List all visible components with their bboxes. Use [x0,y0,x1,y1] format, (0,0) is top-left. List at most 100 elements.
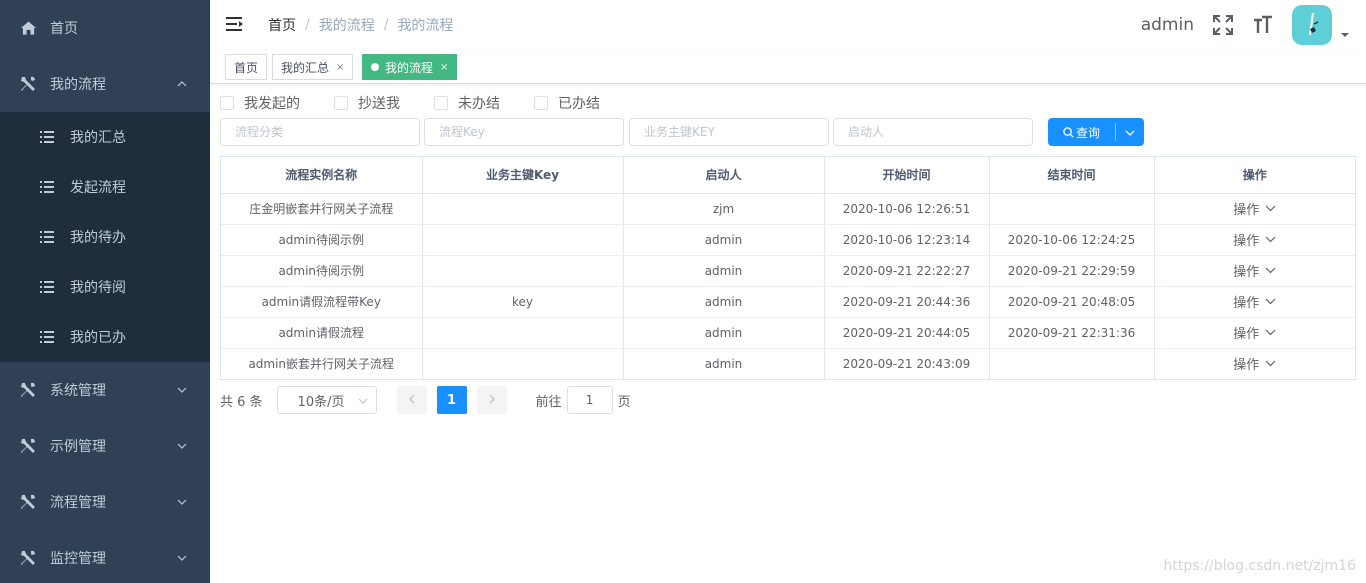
operation-label: 操作 [1233,234,1260,249]
page-size-select[interactable]: 10条/页 [276,386,377,414]
column-header: 结束时间 [989,157,1155,194]
checkbox-unfinished[interactable]: 未办结 [434,93,500,113]
tag-home[interactable]: 首页 [225,54,268,80]
query-button[interactable]: 查询 [1048,118,1115,146]
tags-view: 首页 我的汇总 × 我的流程 × [210,50,1366,84]
checkbox[interactable] [434,96,448,110]
tools-icon [20,550,36,566]
sidebar-item-done[interactable]: 我的已办 [0,312,210,362]
sidebar-item-home[interactable]: 首页 [0,0,210,56]
sidebar-item-label: 我的已办 [70,330,126,346]
operation-dropdown[interactable]: 操作 [1233,323,1276,342]
sidebar-item-my-process[interactable]: 我的流程 [0,56,210,112]
checkbox-label: 我发起的 [244,96,300,112]
cell-actions: 操作 [1154,193,1355,225]
cell-key [422,317,624,349]
operation-dropdown[interactable]: 操作 [1233,261,1276,280]
pagination-total: 共 6 条 [220,394,263,410]
hamburger-icon[interactable] [226,15,244,33]
tag-summary[interactable]: 我的汇总 × [272,54,354,80]
tag-my-process[interactable]: 我的流程 × [362,54,458,80]
next-page-button[interactable] [476,386,507,414]
table-row: admin待阅示例 admin 2020-09-21 22:22:27 2020… [221,255,1355,287]
cell-starter: zjm [623,193,825,225]
page-number-current[interactable]: 1 [436,386,467,414]
operation-dropdown[interactable]: 操作 [1233,354,1276,373]
sidebar: 首页 我的流程 我的汇总 发起流程 我的待办 我的待阅 我的已办 系统管理 示例… [0,0,210,583]
sidebar-item-example[interactable]: 示例管理 [0,418,210,474]
home-icon [20,20,36,36]
list-icon [40,280,54,294]
cell-key: key [422,286,624,318]
category-input[interactable] [220,118,420,146]
avatar[interactable] [1292,5,1332,45]
chevron-left-icon [408,393,416,408]
cell-start-time: 2020-10-06 12:23:14 [824,224,990,256]
goto-suffix: 页 [617,394,631,410]
chevron-down-icon [1265,360,1276,367]
chevron-down-icon [176,552,188,564]
checkbox[interactable] [334,96,348,110]
checkbox-finished[interactable]: 已办结 [534,93,600,113]
business-key-input[interactable] [629,118,829,146]
cell-key [422,224,624,256]
operation-dropdown[interactable]: 操作 [1233,199,1276,218]
cell-key [422,348,624,379]
table-header-row: 流程实例名称 业务主键Key 启动人 开始时间 结束时间 操作 [221,157,1355,194]
close-icon[interactable]: × [336,62,344,73]
goto-page-input[interactable] [566,386,613,414]
fullscreen-icon[interactable] [1212,14,1234,36]
checkbox-label: 已办结 [558,96,600,112]
cell-end-time: 2020-09-21 20:48:05 [989,286,1155,318]
close-icon[interactable]: × [440,62,448,73]
cell-key [422,255,624,287]
prev-page-button[interactable] [396,386,427,414]
caret-down-icon[interactable] [1340,27,1350,42]
starter-input[interactable] [833,118,1033,146]
tag-label: 我的汇总 [281,60,330,75]
chevron-down-icon [1265,329,1276,336]
checkbox[interactable] [220,96,234,110]
chevron-down-icon [1125,125,1135,140]
sidebar-item-summary[interactable]: 我的汇总 [0,112,210,162]
checkbox[interactable] [534,96,548,110]
cell-actions: 操作 [1154,255,1355,287]
cell-actions: 操作 [1154,348,1355,379]
operation-dropdown[interactable]: 操作 [1233,230,1276,249]
sidebar-item-label: 示例管理 [50,439,106,455]
chevron-down-icon [176,496,188,508]
chevron-down-icon [1265,298,1276,305]
cell-start-time: 2020-09-21 20:44:05 [824,317,990,349]
sidebar-item-process-mgmt[interactable]: 流程管理 [0,474,210,530]
cell-actions: 操作 [1154,286,1355,318]
page-jumper: 前往 页 [536,386,631,414]
tools-icon [20,382,36,398]
breadcrumb-item[interactable]: 首页 [268,15,296,35]
sidebar-item-todo[interactable]: 我的待办 [0,212,210,262]
table-row: 庄金明嵌套并行网关子流程 zjm 2020-10-06 12:26:51 操作 [221,193,1355,225]
sidebar-item-to-read[interactable]: 我的待阅 [0,262,210,312]
column-header: 启动人 [623,157,825,194]
font-size-icon[interactable] [1252,14,1274,36]
tools-icon [20,76,36,92]
pagination: 共 6 条 10条/页 1 前往 页 [220,386,631,414]
checkbox-cc-me[interactable]: 抄送我 [334,93,400,113]
cell-name: 庄金明嵌套并行网关子流程 [221,193,423,225]
sidebar-item-system[interactable]: 系统管理 [0,362,210,418]
watermark: https://blog.csdn.net/zjm16 [1163,558,1356,574]
checkbox-label: 未办结 [458,96,500,112]
sidebar-item-start-process[interactable]: 发起流程 [0,162,210,212]
main-content: 我发起的 抄送我 未办结 已办结 流程分类 流程Key 业务主键KEY 启动人 … [210,85,1366,583]
query-dropdown-button[interactable] [1116,118,1144,146]
cell-end-time: 2020-10-06 12:24:25 [989,224,1155,256]
navbar-right: admin [1141,0,1366,50]
checkbox-initiated[interactable]: 我发起的 [220,93,300,113]
sidebar-item-label: 我的汇总 [70,130,126,146]
chevron-down-icon [1265,236,1276,243]
process-key-input[interactable] [424,118,624,146]
chevron-up-icon [176,78,188,90]
cell-starter: admin [623,348,825,379]
sidebar-item-monitor[interactable]: 监控管理 [0,530,210,583]
operation-dropdown[interactable]: 操作 [1233,292,1276,311]
table-row: admin请假流程带Key key admin 2020-09-21 20:44… [221,286,1355,318]
